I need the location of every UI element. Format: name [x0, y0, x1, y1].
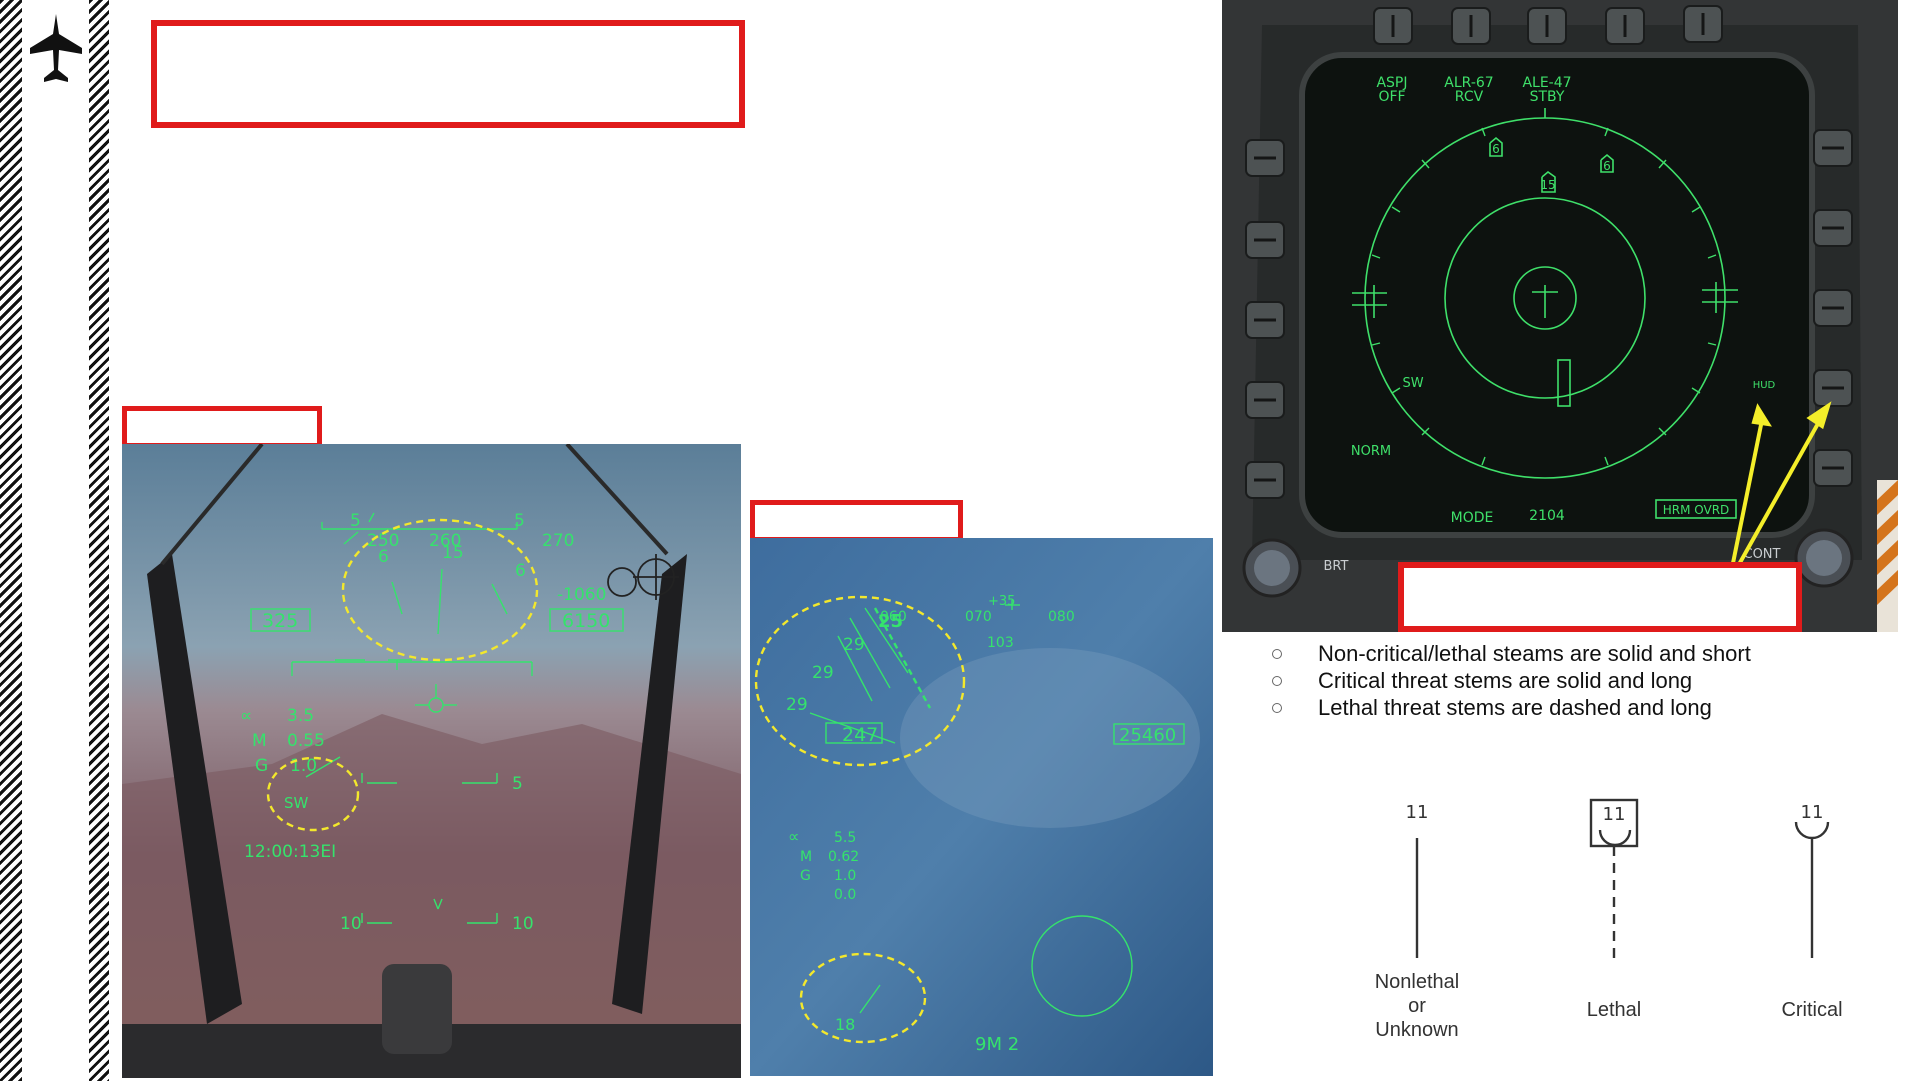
- bullet-icon: [1272, 702, 1282, 713]
- hud1-alpha-value: 3.5: [287, 706, 314, 726]
- hud1-alpha-label: ∝: [240, 706, 252, 726]
- symbol-critical-label-line1: Critical: [1781, 999, 1843, 1021]
- hud2-g-label: G: [800, 868, 811, 884]
- threat-stem-symbols: 11 11 11: [1406, 798, 1830, 958]
- hud1-mach-label: M: [252, 731, 267, 751]
- symbol-critical-number: 11: [1801, 802, 1824, 823]
- symbol-nonlethal-label: Nonlethal or Unknown: [1357, 970, 1477, 1042]
- ddi-label-aspj-state: OFF: [1378, 89, 1405, 105]
- hud-screenshot-1: 5 250 260 270 5 15 6 6 325 6150 -1060 ∝ …: [122, 444, 741, 1078]
- hud2-weapon: 9M 2: [975, 1034, 1019, 1055]
- hud1-pitch-5-right: 5: [512, 774, 523, 794]
- symbol-lethal-label-line1: Lethal: [1586, 999, 1642, 1021]
- ddi-label-alr67-state: RCV: [1455, 89, 1484, 105]
- bullet-text: Critical threat stems are solid and long: [1318, 667, 1693, 693]
- hud2-heading-value: +35: [988, 594, 1015, 609]
- hud1-vvi: -1060: [557, 585, 606, 605]
- ddi-threat-6-left: 6: [1492, 142, 1500, 156]
- ddi-threat-15: 15: [1540, 178, 1555, 192]
- ddi-caption-placeholder: [1398, 562, 1802, 632]
- hud2-alpha-value: 5.5: [834, 830, 856, 846]
- hud1-heading-270: 270: [542, 531, 574, 551]
- hud1-time: 12:00:13EI: [244, 842, 336, 862]
- symbol-lethal-number: 11: [1603, 804, 1626, 825]
- ddi-screenshot: ASPJ OFF ALR-67 RCV ALE-47 STBY 6 15 6 S…: [1222, 0, 1898, 632]
- ddi-sw: SW: [1402, 376, 1423, 391]
- hud-screenshot-2: 060 070 080 +35 103 29 29 29 25 247 2546…: [750, 538, 1213, 1076]
- ddi-norm: NORM: [1351, 444, 1391, 459]
- hud1-heading-5-left: 5: [350, 511, 361, 531]
- hud2-alpha-label: ∝: [788, 827, 799, 846]
- symbol-critical-label: Critical: [1752, 998, 1872, 1022]
- hud1-altitude: 6150: [562, 610, 610, 632]
- hud2-mach-value: 0.62: [828, 849, 859, 865]
- ddi-label-ale47-state: STBY: [1530, 89, 1565, 105]
- hud1-threat-6-right: 6: [515, 561, 526, 581]
- hud2-extra-value: 0.0: [834, 887, 856, 903]
- list-item: Critical threat stems are solid and long: [1240, 667, 1880, 694]
- ddi-threat-6-right: 6: [1603, 159, 1611, 173]
- hud2-heading-070: 070: [965, 609, 992, 625]
- symbol-lethal-label: Lethal: [1554, 998, 1674, 1022]
- hud2-threat-29-c: 29: [786, 695, 808, 715]
- hud1-caption-placeholder: [122, 406, 322, 448]
- hud2-heading-080: 080: [1048, 609, 1075, 625]
- hud2-g-value: 1.0: [834, 868, 856, 884]
- hud2-threat-25: 25: [878, 611, 903, 632]
- ddi-hud: HUD: [1753, 380, 1776, 391]
- bullet-text: Lethal threat stems are dashed and long: [1318, 694, 1712, 720]
- stem-description-list: Non-critical/lethal steams are solid and…: [1240, 640, 1880, 721]
- ddi-mode: MODE: [1451, 510, 1494, 526]
- hud1-heading-5-right: 5: [514, 511, 525, 531]
- bullet-icon: [1272, 675, 1282, 686]
- hud1-heading-value: 15: [442, 543, 464, 563]
- left-stripe: [0, 0, 22, 1081]
- hud2-heading-sub: 103: [987, 635, 1014, 651]
- hud1-pitch-10-left: 10: [340, 914, 362, 934]
- hud2-mach-label: M: [800, 849, 812, 865]
- bullet-icon: [1272, 648, 1282, 659]
- right-stripe: [89, 0, 109, 1081]
- symbol-nonlethal-number: 11: [1406, 802, 1429, 823]
- hud1-airspeed: 325: [262, 610, 298, 632]
- jet-silhouette-icon: [30, 14, 82, 82]
- hud1-sw-symbol: SW: [284, 794, 309, 812]
- hud1-threat-6-left: 6: [378, 547, 389, 567]
- ddi-brt: BRT: [1324, 559, 1349, 574]
- hud2-altitude: 25460: [1119, 725, 1176, 746]
- list-item: Lethal threat stems are dashed and long: [1240, 694, 1880, 721]
- symbol-nonlethal-label-line1: Nonlethal: [1374, 971, 1460, 993]
- hud2-airspeed: 247: [842, 724, 878, 746]
- list-item: Non-critical/lethal steams are solid and…: [1240, 640, 1880, 667]
- hud2-threat-29-b: 29: [812, 663, 834, 683]
- symbol-nonlethal-label-line3: Unknown: [1375, 1019, 1459, 1041]
- bullet-text: Non-critical/lethal steams are solid and…: [1318, 640, 1751, 666]
- ddi-mode-value: 2104: [1529, 508, 1565, 524]
- ddi-hrm-ovrd: HRM OVRD: [1663, 503, 1730, 517]
- symbol-nonlethal-label-line2: or: [1408, 995, 1426, 1017]
- hud2-lower-threat: 18: [835, 1015, 855, 1034]
- hud1-pitch-10-right: 10: [512, 914, 534, 934]
- hud2-caption-placeholder: [750, 500, 963, 542]
- hud1-mach-value: 0.55: [287, 731, 325, 751]
- title-placeholder: [151, 20, 745, 128]
- hud2-threat-29-a: 29: [843, 635, 865, 655]
- hud1-g-label: G: [255, 756, 268, 776]
